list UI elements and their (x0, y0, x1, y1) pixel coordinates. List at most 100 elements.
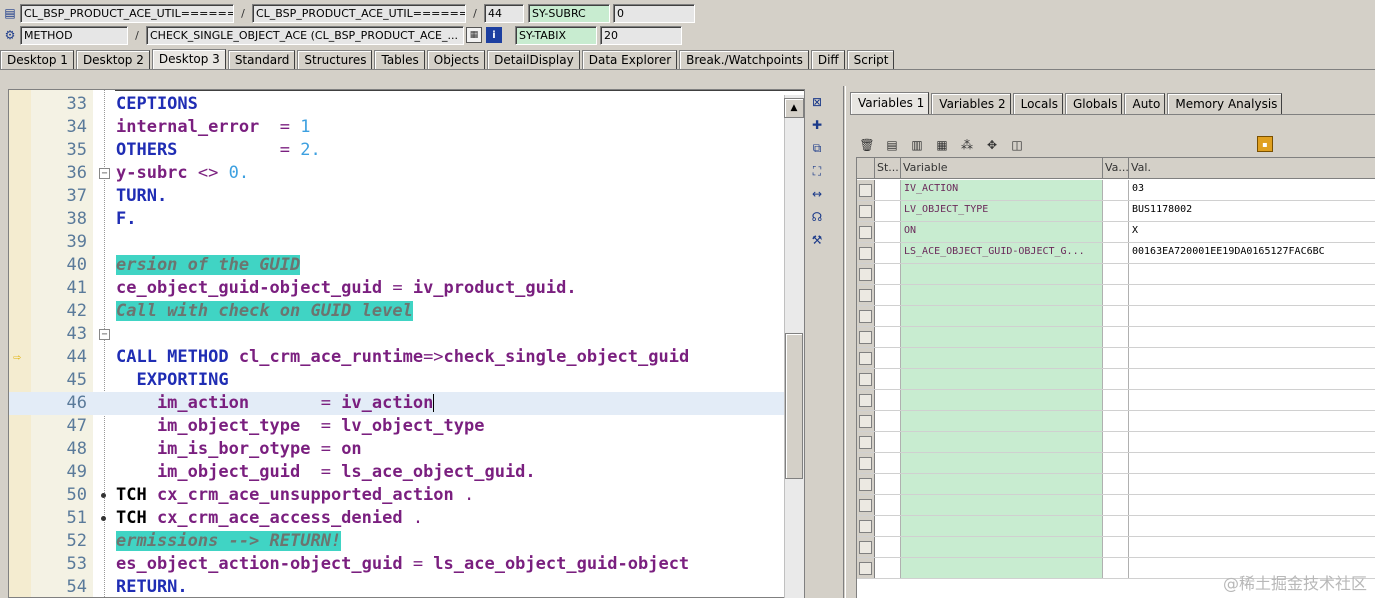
code-line[interactable]: 47 im_object_type = lv_object_type (9, 415, 784, 438)
code-text[interactable]: internal_error = 1 (116, 116, 311, 139)
variable-name-cell[interactable] (901, 474, 1103, 494)
code-line[interactable]: 35 OTHERS = 2. (9, 139, 784, 162)
tab-globals[interactable]: Globals (1064, 93, 1123, 114)
value-flag-cell[interactable] (1103, 474, 1129, 494)
empty-variable-row[interactable] (857, 369, 1375, 390)
value-cell[interactable] (1129, 306, 1375, 326)
empty-variable-row[interactable] (857, 495, 1375, 516)
line-number-field[interactable]: 44 (484, 3, 524, 23)
tab-locals[interactable]: Locals (1012, 93, 1063, 114)
variable-name-cell[interactable]: ON (901, 222, 1103, 242)
row-selector[interactable] (857, 474, 875, 494)
tab-standard[interactable]: Standard (227, 50, 296, 69)
value-cell[interactable]: X (1129, 222, 1375, 242)
row-selector[interactable] (857, 327, 875, 347)
tab-tables[interactable]: Tables (374, 50, 425, 69)
row-selector[interactable] (857, 222, 875, 242)
navigate-icon[interactable]: ✥ (983, 137, 1001, 153)
value-cell[interactable] (1129, 516, 1375, 536)
add-variable-icon[interactable]: ▤ (883, 137, 901, 153)
tab-data-explorer[interactable]: Data Explorer (581, 50, 678, 69)
save-icon[interactable]: ▪ (1257, 136, 1273, 152)
code-line[interactable]: 54 RETURN. (9, 576, 784, 597)
code-line[interactable]: 45 EXPORTING (9, 369, 784, 392)
value-flag-cell[interactable] (1103, 516, 1129, 536)
value-cell[interactable] (1129, 327, 1375, 347)
variable-row[interactable]: LS_ACE_OBJECT_GUID-OBJECT_G... 00163EA720… (857, 243, 1375, 264)
delete-icon[interactable]: 🗑 (858, 137, 876, 153)
value-flag-cell[interactable] (1103, 411, 1129, 431)
source-editor[interactable]: 33 CEPTIONS 34 internal_error = 1 35 OTHERS =… (8, 89, 805, 598)
code-line[interactable]: 42 Call with check on GUID level (9, 300, 784, 323)
scroll-up-button[interactable]: ▲ (784, 98, 804, 118)
header-value-flag[interactable]: Va... (1103, 158, 1129, 179)
value-cell[interactable] (1129, 369, 1375, 389)
resize-icon[interactable]: ↔ (808, 185, 826, 203)
status-cell[interactable] (875, 369, 901, 389)
row-select-box[interactable] (859, 457, 872, 470)
variable-name-cell[interactable] (901, 327, 1103, 347)
value-cell[interactable] (1129, 348, 1375, 368)
variable-name-cell[interactable]: LV_OBJECT_TYPE (901, 201, 1103, 221)
variable-name-cell[interactable] (901, 516, 1103, 536)
code-line[interactable]: 39 (9, 231, 784, 254)
code-text[interactable]: TURN. (116, 185, 167, 208)
variable-name-cell[interactable] (901, 264, 1103, 284)
row-select-box[interactable] (859, 415, 872, 428)
row-selector[interactable] (857, 558, 875, 578)
code-line[interactable]: 49 im_object_guid = ls_ace_object_guid. (9, 461, 784, 484)
row-selector[interactable] (857, 516, 875, 536)
row-selector[interactable] (857, 390, 875, 410)
value-cell[interactable]: 03 (1129, 180, 1375, 200)
value-cell[interactable] (1129, 411, 1375, 431)
status-cell[interactable] (875, 474, 901, 494)
row-selector[interactable] (857, 264, 875, 284)
row-select-box[interactable] (859, 331, 872, 344)
value-cell[interactable] (1129, 432, 1375, 452)
variable-row[interactable]: IV_ACTION 03 (857, 180, 1375, 201)
value-flag-cell[interactable] (1103, 285, 1129, 305)
row-selector[interactable] (857, 180, 875, 200)
empty-variable-row[interactable] (857, 516, 1375, 537)
code-text[interactable]: im_action = iv_action (116, 392, 435, 415)
display-options-icon[interactable]: ▦ (466, 27, 482, 43)
code-text[interactable]: OTHERS = 2. (116, 139, 321, 162)
variable-name-cell[interactable] (901, 348, 1103, 368)
code-line[interactable]: 46 im_action = iv_action (9, 392, 784, 415)
code-text[interactable]: im_object_guid = ls_ace_object_guid. (116, 461, 536, 484)
new-tool-icon[interactable]: ✚ (808, 116, 826, 134)
tab-objects[interactable]: Objects (426, 50, 486, 69)
variable-name-cell[interactable] (901, 306, 1103, 326)
value-flag-cell[interactable] (1103, 432, 1129, 452)
event-type-field[interactable]: METHOD (20, 25, 128, 45)
status-cell[interactable] (875, 558, 901, 578)
row-selector[interactable] (857, 495, 875, 515)
tab-memory-analysis[interactable]: Memory Analysis (1167, 93, 1283, 114)
empty-variable-row[interactable] (857, 411, 1375, 432)
code-line[interactable]: 48 im_is_bor_otype = on (9, 438, 784, 461)
row-select-box[interactable] (859, 352, 872, 365)
variable-name-cell[interactable] (901, 495, 1103, 515)
value-flag-cell[interactable] (1103, 327, 1129, 347)
status-cell[interactable] (875, 348, 901, 368)
value-flag-cell[interactable] (1103, 306, 1129, 326)
status-cell[interactable] (875, 411, 901, 431)
status-cell[interactable] (875, 201, 901, 221)
row-select-box[interactable] (859, 394, 872, 407)
row-select-box[interactable] (859, 289, 872, 302)
variable-name-cell[interactable] (901, 558, 1103, 578)
row-selector[interactable] (857, 432, 875, 452)
row-selector[interactable] (857, 348, 875, 368)
code-line[interactable]: 43 − (9, 323, 784, 346)
code-text[interactable]: es_object_action-object_guid = ls_ace_ob… (116, 553, 689, 576)
remove-row-icon[interactable]: ▦ (933, 137, 951, 153)
code-text[interactable]: ermissions --> RETURN! (116, 530, 342, 553)
row-select-box[interactable] (859, 541, 872, 554)
value-flag-cell[interactable] (1103, 369, 1129, 389)
status-cell[interactable] (875, 243, 901, 263)
empty-variable-row[interactable] (857, 348, 1375, 369)
code-text[interactable]: RETURN. (116, 576, 188, 597)
tab-desktop-1[interactable]: Desktop 1 (0, 50, 74, 69)
swap-tool-icon[interactable]: ⧉ (808, 139, 826, 157)
status-cell[interactable] (875, 453, 901, 473)
